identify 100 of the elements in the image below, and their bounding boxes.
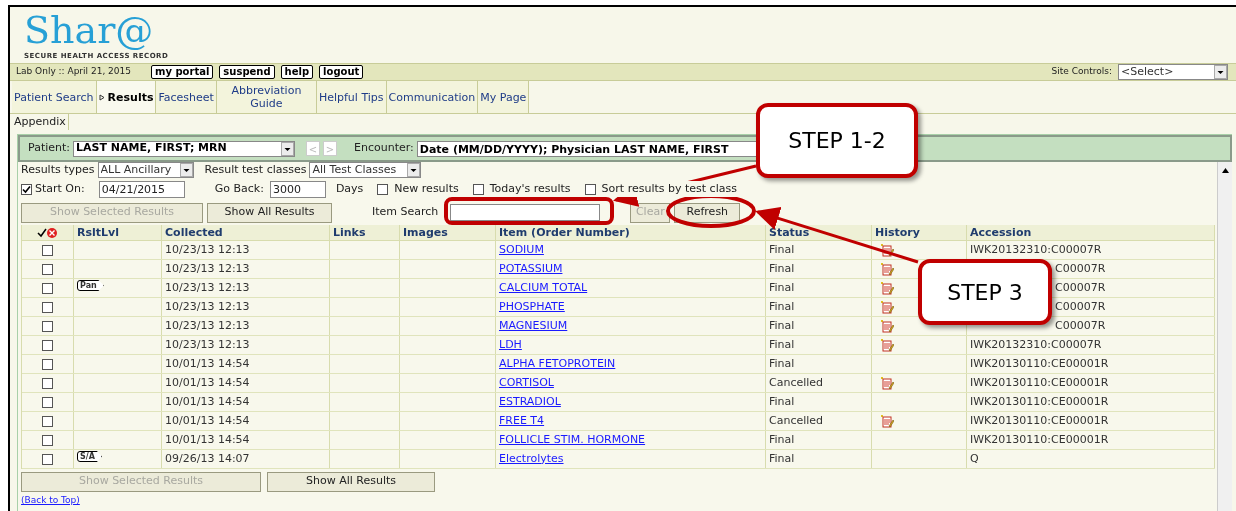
item-link[interactable]: SODIUM: [499, 241, 544, 259]
table-cell-text: 10/23/13 12:13: [165, 336, 250, 353]
notepad-icon[interactable]: [880, 319, 894, 333]
checkbox[interactable]: [21, 183, 32, 195]
checkbox[interactable]: [42, 282, 53, 294]
tab[interactable]: Patient Search: [12, 81, 97, 113]
item-link[interactable]: POTASSIUM: [499, 260, 563, 278]
tab[interactable]: Appendix: [12, 114, 69, 130]
test-classes-select[interactable]: All Test Classes: [309, 162, 422, 178]
item-link[interactable]: CALCIUM TOTAL: [499, 279, 588, 297]
table-cell-text: 10/01/13 14:54: [165, 355, 250, 372]
tab[interactable]: Abbreviation Guide: [216, 81, 317, 113]
scroll-up-icon[interactable]: [1220, 166, 1230, 175]
table-cell-text: 10/01/13 14:54: [165, 393, 250, 410]
start-date-field[interactable]: 04/21/2015: [98, 180, 185, 198]
option-label: Sort results by test class: [601, 180, 737, 198]
item-link[interactable]: PHOSPHATE: [499, 298, 565, 316]
tab[interactable]: My Page: [478, 81, 530, 113]
item-link[interactable]: FREE T4: [499, 412, 545, 430]
site-controls-select[interactable]: <Select>: [1118, 64, 1228, 80]
checkbox[interactable]: [42, 358, 53, 370]
checkbox[interactable]: [472, 183, 484, 195]
back-to-top-link[interactable]: (Back to Top): [21, 494, 1217, 508]
notepad-icon[interactable]: [880, 243, 894, 257]
item-link[interactable]: FOLLICLE STIM. HORMONE: [499, 431, 646, 449]
column-header[interactable]: Accession: [967, 225, 1215, 240]
action-button[interactable]: Show All Results: [207, 202, 332, 223]
nav-button[interactable]: suspend: [219, 65, 275, 79]
tab[interactable]: Results: [96, 81, 157, 113]
checkbox[interactable]: [42, 320, 53, 332]
table-cell-text: Final: [769, 260, 795, 277]
table-cell-text: IWK20132310:C00007R: [970, 336, 1102, 353]
table-cell-text: C00007R: [1055, 317, 1106, 334]
tab[interactable]: Helpful Tips: [316, 81, 387, 113]
select-all-icon[interactable]: [36, 226, 59, 239]
scrollbar[interactable]: [1217, 162, 1232, 511]
tab[interactable]: Communication: [386, 81, 479, 113]
column-header[interactable]: RsltLvl: [74, 225, 162, 240]
checkbox[interactable]: [584, 183, 596, 195]
column-header[interactable]: Status: [766, 225, 872, 240]
checkbox[interactable]: [377, 183, 389, 195]
item-link[interactable]: ESTRADIOL: [499, 393, 561, 411]
table-cell-text: Cancelled: [769, 412, 824, 429]
table-cell-text: Final: [769, 450, 795, 467]
table-cell-text: 10/23/13 12:13: [165, 279, 250, 296]
table-cell-text: IWK20130110:CE00001R: [970, 355, 1109, 372]
patient-label: Patient:: [28, 140, 70, 157]
checkbox[interactable]: [42, 453, 53, 465]
action-button[interactable]: Show All Results: [267, 471, 435, 492]
nav-button[interactable]: my portal: [151, 65, 214, 79]
item-link[interactable]: ALPHA FETOPROTEIN: [499, 355, 616, 373]
checkbox[interactable]: [42, 434, 53, 446]
table-cell-text: Final: [769, 279, 795, 296]
table-cell-text: IWK20130110:CE00001R: [970, 431, 1109, 448]
table-cell-text: 09/26/13 14:07: [165, 450, 250, 467]
checkbox[interactable]: [42, 339, 53, 351]
checkbox[interactable]: [42, 244, 53, 256]
step-callout: STEP 1-2: [756, 103, 918, 178]
notepad-icon[interactable]: [880, 262, 894, 276]
results-types-select[interactable]: ALL Ancillary: [97, 162, 194, 178]
checkbox[interactable]: [42, 415, 53, 427]
encounter-select[interactable]: Date (MM/DD/YYYY); Physician LAST NAME, FIRST: [416, 140, 757, 157]
table-cell-text: 10/23/13 12:13: [165, 241, 250, 258]
checkbox[interactable]: [42, 301, 53, 313]
notepad-icon[interactable]: [880, 300, 894, 314]
table-cell-text: Cancelled: [769, 374, 824, 391]
column-header[interactable]: Item (Order Number): [496, 225, 766, 240]
item-search-field[interactable]: [450, 204, 601, 221]
column-header[interactable]: Links: [330, 225, 400, 240]
checkbox[interactable]: [42, 396, 53, 408]
table-cell-text: 10/01/13 14:54: [165, 431, 250, 448]
column-header[interactable]: History: [872, 225, 967, 240]
table-cell-text: 10/23/13 12:13: [165, 260, 250, 277]
table-cell-text: IWK20130110:CE00001R: [970, 374, 1109, 391]
logo-title: Shar@: [24, 8, 154, 52]
table-cell-text: C00007R: [1055, 260, 1106, 277]
notepad-icon[interactable]: [880, 281, 894, 295]
notepad-icon[interactable]: [880, 376, 894, 390]
encounter-label: Encounter:: [354, 140, 414, 157]
checkbox[interactable]: [42, 263, 53, 275]
nav-button[interactable]: logout: [319, 65, 364, 79]
column-header[interactable]: Images: [400, 225, 496, 240]
patient-select[interactable]: LAST NAME, FIRST; MRN: [73, 140, 295, 157]
checkbox[interactable]: [42, 377, 53, 389]
nav-button[interactable]: help: [280, 65, 314, 79]
go-back-field[interactable]: 3000: [269, 180, 326, 198]
item-link[interactable]: Electrolytes: [499, 450, 564, 468]
item-link[interactable]: LDH: [499, 336, 522, 354]
tab[interactable]: Facesheet: [156, 81, 217, 113]
notepad-icon[interactable]: [880, 414, 894, 428]
table-cell-text: 10/01/13 14:54: [165, 412, 250, 429]
item-link[interactable]: MAGNESIUM: [499, 317, 568, 335]
item-search-label: Item Search: [372, 204, 439, 221]
table-cell-text: C00007R: [1055, 298, 1106, 315]
action-button[interactable]: Refresh: [674, 202, 741, 223]
item-link[interactable]: CORTISOL: [499, 374, 554, 392]
notepad-icon[interactable]: [880, 338, 894, 352]
step-callout: STEP 3: [918, 259, 1052, 325]
column-header[interactable]: Collected: [162, 225, 330, 240]
arrow-icon: [98, 93, 106, 101]
